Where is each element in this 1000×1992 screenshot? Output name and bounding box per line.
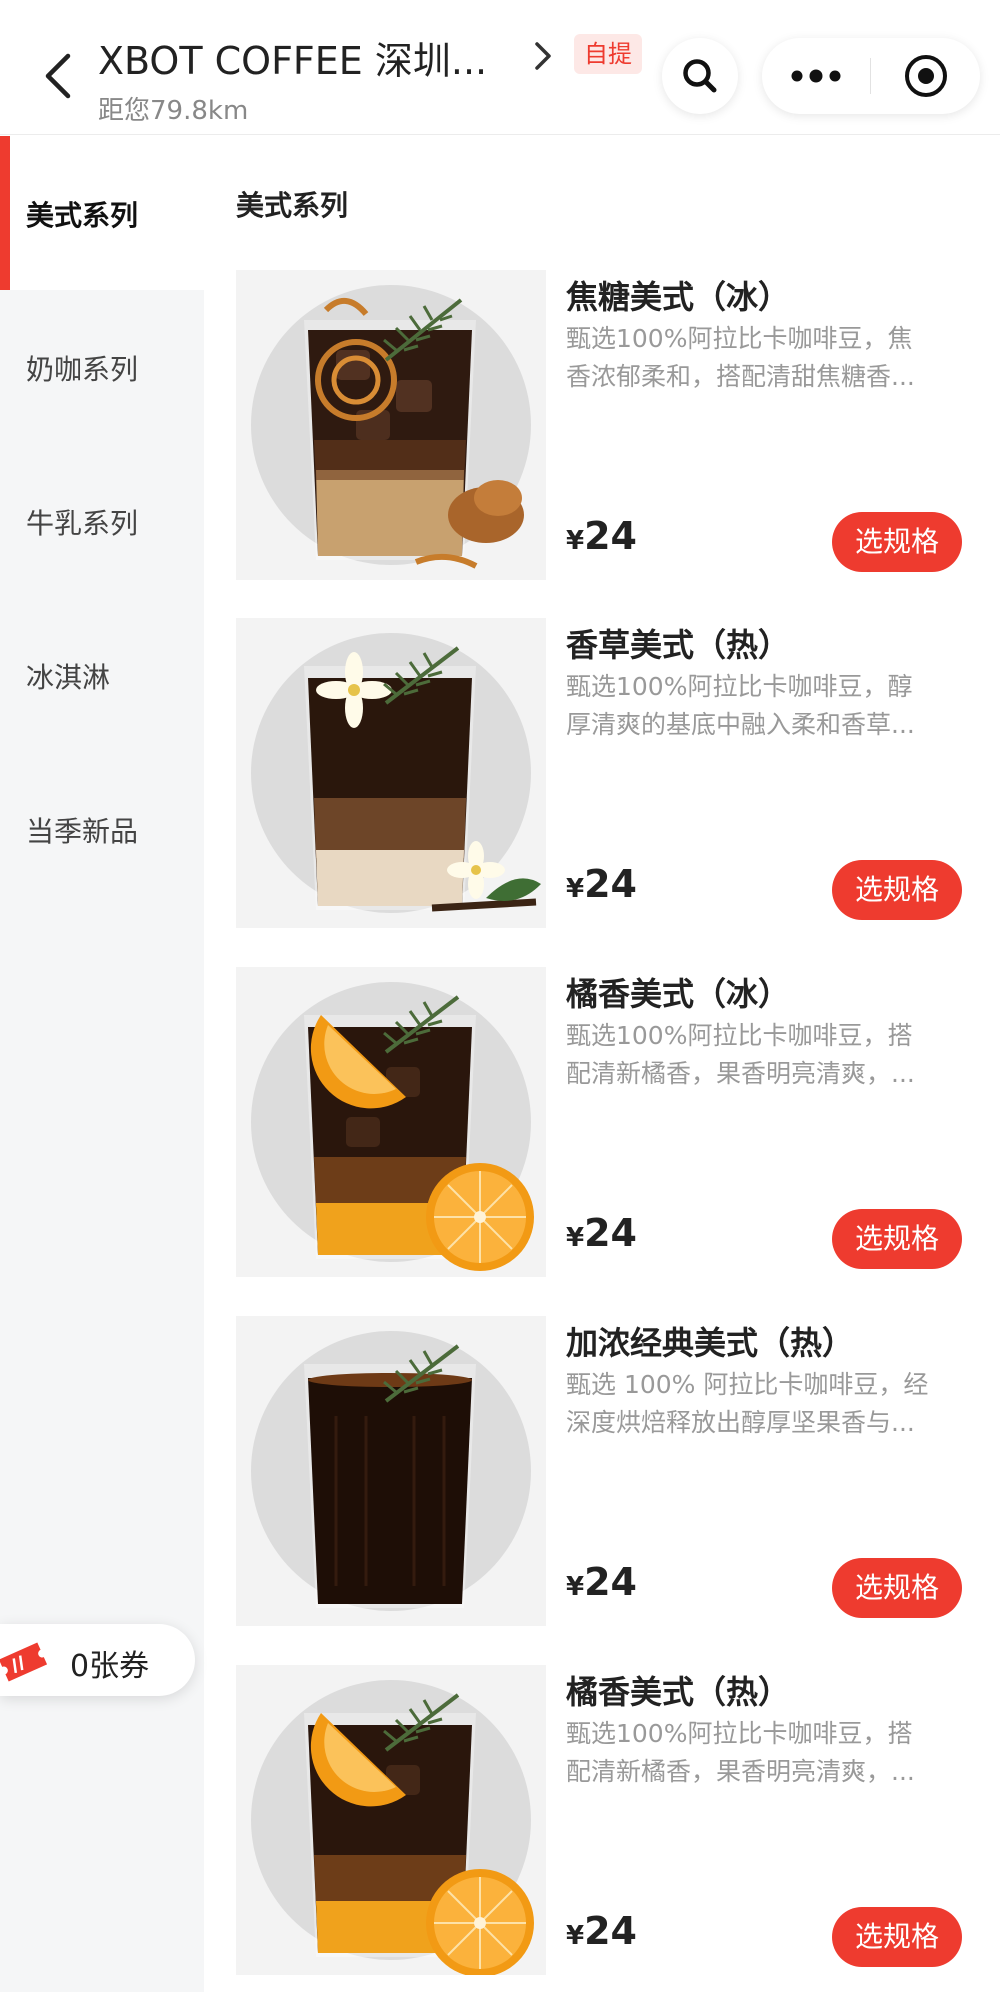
description-line: 香浓郁柔和，搭配清甜焦糖香... [566, 362, 915, 391]
price-amount: 24 [584, 514, 637, 558]
category-ice-cream[interactable]: 冰淇淋 [0, 598, 204, 752]
category-seasonal[interactable]: 当季新品 [0, 752, 204, 906]
mini-program-capsule [762, 38, 980, 114]
product-card[interactable]: 橘香美式（热） 甄选100%阿拉比卡咖啡豆，搭 配清新橘香，果香明亮清爽，...… [236, 1665, 976, 1977]
category-label: 当季新品 [26, 815, 139, 848]
price-amount: 24 [584, 1560, 637, 1604]
back-arrow-icon[interactable] [38, 48, 82, 104]
price-amount: 24 [584, 862, 637, 906]
target-icon [904, 55, 947, 97]
product-name: 橘香美式（冰） [566, 975, 791, 1013]
product-price: ¥24 [566, 514, 637, 558]
select-spec-button[interactable]: 选规格 [832, 512, 962, 572]
product-name: 加浓经典美式（热） [566, 1324, 855, 1362]
category-sidebar: 美式系列 奶咖系列 牛乳系列 冰淇淋 当季新品 [0, 136, 204, 1992]
product-image [236, 270, 546, 580]
currency-symbol: ¥ [566, 526, 585, 556]
product-description: 甄选100%阿拉比卡咖啡豆，焦 香浓郁柔和，搭配清甜焦糖香... [566, 320, 961, 396]
product-description: 甄选100%阿拉比卡咖啡豆，醇 厚清爽的基底中融入柔和香草... [566, 668, 961, 744]
product-price: ¥24 [566, 1560, 637, 1604]
category-label: 牛乳系列 [26, 507, 139, 540]
product-name: 焦糖美式（冰） [566, 278, 791, 316]
description-line: 配清新橘香，果香明亮清爽，... [566, 1059, 915, 1088]
pickup-tag: 自提 [574, 34, 642, 74]
search-icon [683, 59, 717, 93]
description-line: 甄选100%阿拉比卡咖啡豆，醇 [566, 672, 913, 701]
description-line: 甄选100%阿拉比卡咖啡豆，搭 [566, 1719, 913, 1748]
description-line: 甄选100%阿拉比卡咖啡豆，焦 [566, 324, 913, 353]
category-milk[interactable]: 牛乳系列 [0, 444, 204, 598]
currency-symbol: ¥ [566, 874, 585, 904]
search-button[interactable] [662, 38, 738, 114]
store-distance: 距您79.8km [98, 96, 249, 126]
coupon-button[interactable]: 0张券 [0, 1624, 195, 1696]
product-image [236, 618, 546, 928]
currency-symbol: ¥ [566, 1572, 585, 1602]
price-amount: 24 [584, 1909, 637, 1953]
product-card[interactable]: 橘香美式（冰） 甄选100%阿拉比卡咖啡豆，搭 配清新橘香，果香明亮清爽，...… [236, 967, 976, 1277]
currency-symbol: ¥ [566, 1223, 585, 1253]
product-description: 甄选 100% 阿拉比卡咖啡豆，经 深度烘焙释放出醇厚坚果香与... [566, 1366, 961, 1442]
product-price: ¥24 [566, 862, 637, 906]
description-line: 厚清爽的基底中融入柔和香草... [566, 710, 915, 739]
category-milk-coffee[interactable]: 奶咖系列 [0, 290, 204, 444]
description-line: 配清新橘香，果香明亮清爽，... [566, 1757, 915, 1786]
category-label: 美式系列 [26, 199, 139, 232]
description-line: 甄选 100% 阿拉比卡咖啡豆，经 [566, 1370, 929, 1399]
product-description: 甄选100%阿拉比卡咖啡豆，搭 配清新橘香，果香明亮清爽，... [566, 1715, 961, 1791]
product-price: ¥24 [566, 1211, 637, 1255]
select-spec-button[interactable]: 选规格 [832, 1907, 962, 1967]
top-bar: XBOT COFFEE 深圳... 自提 距您79.8km [0, 0, 1000, 135]
product-card[interactable]: 加浓经典美式（热） 甄选 100% 阿拉比卡咖啡豆，经 深度烘焙释放出醇厚坚果香… [236, 1316, 976, 1626]
price-amount: 24 [584, 1211, 637, 1255]
select-spec-button[interactable]: 选规格 [832, 860, 962, 920]
product-card[interactable]: 焦糖美式（冰） 甄选100%阿拉比卡咖啡豆，焦 香浓郁柔和，搭配清甜焦糖香...… [236, 270, 976, 580]
more-button[interactable] [762, 38, 870, 114]
product-image [236, 967, 546, 1277]
product-card[interactable]: 香草美式（热） 甄选100%阿拉比卡咖啡豆，醇 厚清爽的基底中融入柔和香草...… [236, 618, 976, 928]
category-label: 冰淇淋 [26, 661, 111, 694]
product-price: ¥24 [566, 1909, 637, 1953]
coupon-ticket-icon [0, 1642, 48, 1682]
product-description: 甄选100%阿拉比卡咖啡豆，搭 配清新橘香，果香明亮清爽，... [566, 1017, 961, 1093]
product-image [236, 1665, 546, 1977]
more-icon [791, 69, 841, 83]
section-title: 美式系列 [236, 189, 349, 222]
category-americano[interactable]: 美式系列 [0, 136, 204, 290]
category-label: 奶咖系列 [26, 353, 139, 386]
product-image [236, 1316, 546, 1626]
select-spec-button[interactable]: 选规格 [832, 1558, 962, 1618]
coupon-count: 0张券 [70, 1649, 150, 1684]
product-name: 橘香美式（热） [566, 1673, 791, 1711]
description-line: 甄选100%阿拉比卡咖啡豆，搭 [566, 1021, 913, 1050]
close-mini-program-button[interactable] [871, 38, 980, 114]
chevron-right-icon[interactable] [532, 38, 554, 74]
product-name: 香草美式（热） [566, 626, 791, 664]
description-line: 深度烘焙释放出醇厚坚果香与... [566, 1408, 915, 1437]
store-name[interactable]: XBOT COFFEE 深圳... [98, 30, 487, 85]
currency-symbol: ¥ [566, 1921, 585, 1951]
select-spec-button[interactable]: 选规格 [832, 1209, 962, 1269]
